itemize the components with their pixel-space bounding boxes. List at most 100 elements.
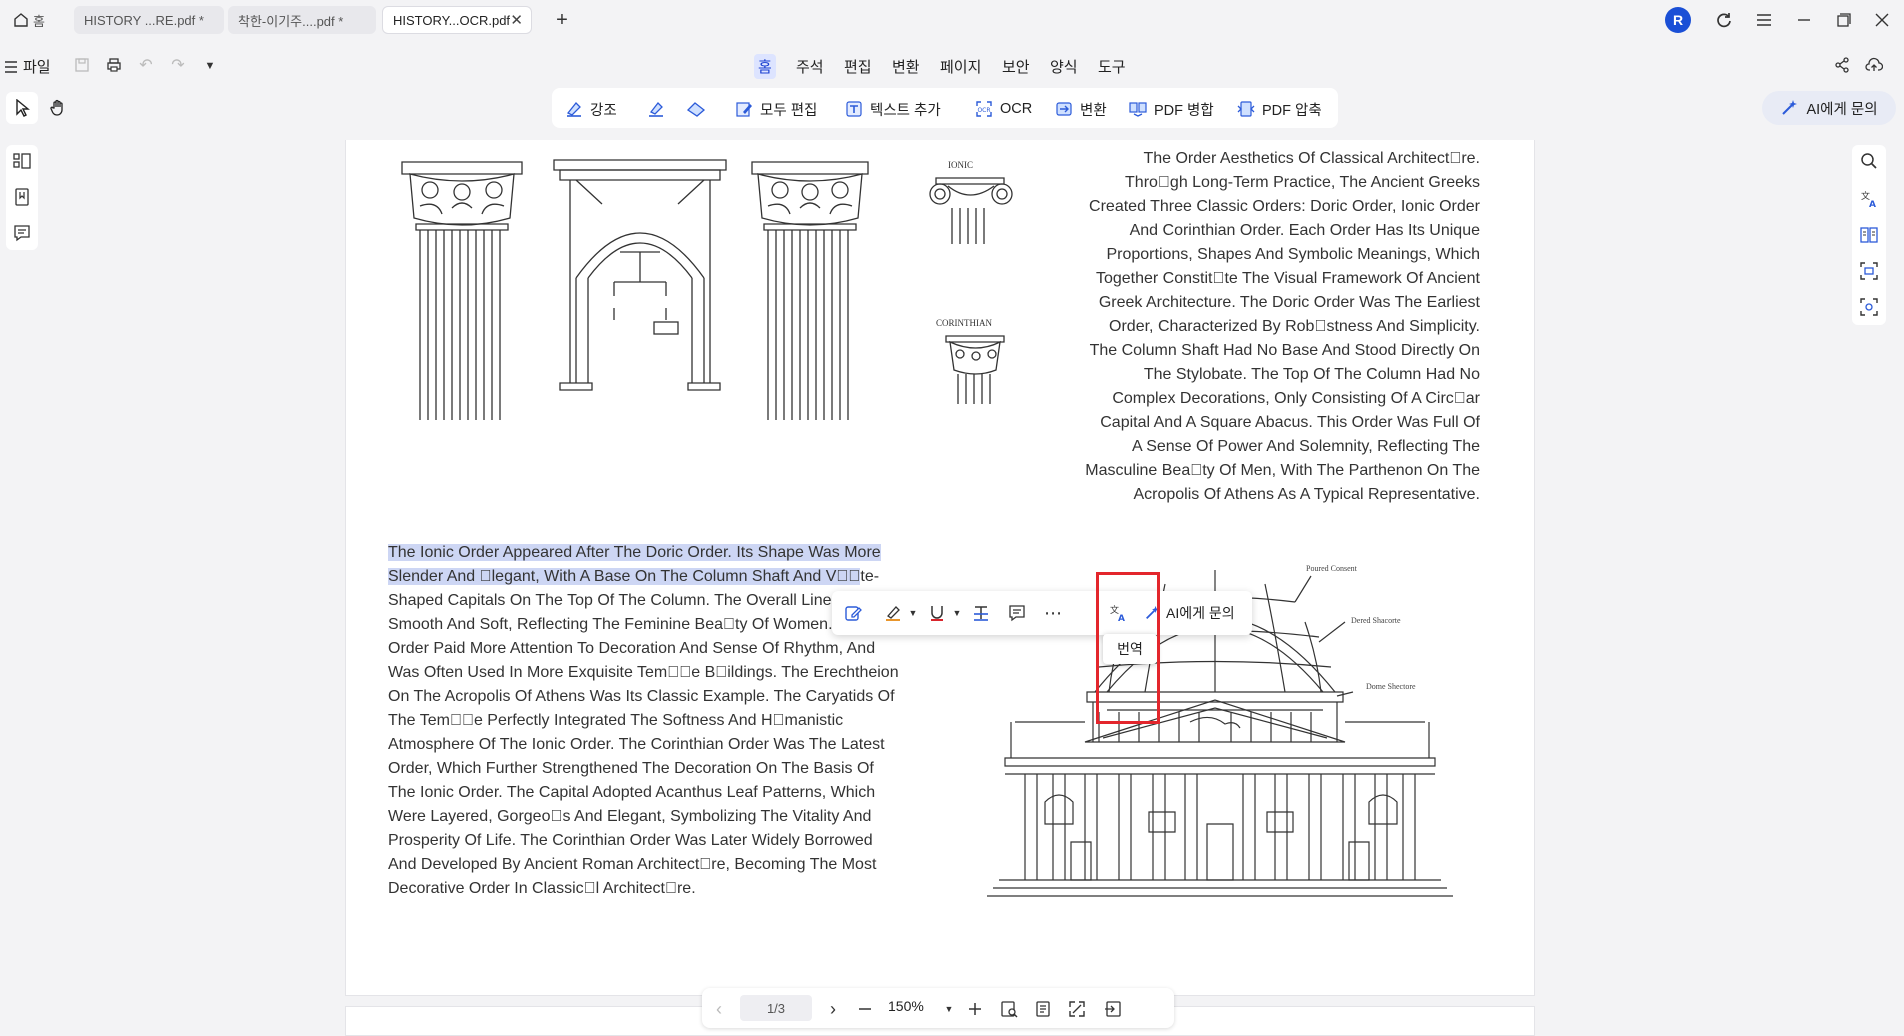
page-layout-icon[interactable] <box>1032 998 1054 1020</box>
paragraph-line: Masculine Bea ty Of Men, With The Parthe… <box>1085 462 1480 479</box>
save-icon[interactable] <box>70 53 94 77</box>
thumbnails-icon[interactable] <box>12 151 32 171</box>
menu-comment[interactable]: 주석 <box>792 54 828 79</box>
zoom-out-icon[interactable] <box>854 998 876 1020</box>
paragraph-line: On The Acropolis Of Athens Was Its Class… <box>388 688 895 705</box>
tab-label: 착한-이기주....pdf * <box>238 13 344 29</box>
menu-convert[interactable]: 변환 <box>888 54 924 79</box>
edit-all-button[interactable]: 모두 편집 <box>734 98 817 120</box>
right-sidebar: 文A <box>1852 145 1886 325</box>
hand-tool-button[interactable] <box>42 92 74 124</box>
ask-ai-button[interactable]: AI에게 문의 <box>1762 91 1896 125</box>
strikethrough-text-icon[interactable] <box>970 602 992 624</box>
avatar[interactable]: R <box>1665 7 1691 33</box>
paragraph-line: The Stylobate. The Top Of The Column Had… <box>1143 366 1480 383</box>
pdf-compress-button[interactable]: PDF 압축 <box>1236 98 1322 120</box>
comments-icon[interactable] <box>12 223 32 243</box>
undo-icon[interactable]: ↶ <box>134 53 158 77</box>
file-menu[interactable]: 파일 <box>4 56 51 77</box>
highlight-button[interactable]: 강조 <box>564 98 617 120</box>
tab-label: HISTORY ...RE.pdf * <box>84 12 204 28</box>
bookmark-icon[interactable] <box>12 187 32 207</box>
sync-icon[interactable] <box>1712 8 1736 32</box>
highlight-annotation-box <box>1096 572 1160 724</box>
paragraph-line: Capital And A Square Abacus. This Order … <box>1100 414 1480 431</box>
search-icon[interactable] <box>1859 151 1879 171</box>
selected-text[interactable]: The Ionic Order Appeared After The Doric… <box>388 544 881 561</box>
left-paragraph[interactable]: The Ionic Order Appeared After The Doric… <box>388 541 908 901</box>
tab-kind-gijoo[interactable]: 착한-이기주....pdf * <box>228 6 376 34</box>
screenshot-icon[interactable] <box>1859 297 1879 317</box>
fullscreen-icon[interactable] <box>1066 998 1088 1020</box>
pdf-merge-button[interactable]: PDF 병합 <box>1128 98 1214 120</box>
close-window-icon[interactable] <box>1870 8 1894 32</box>
quick-access-dropdown-icon[interactable]: ▼ <box>198 54 222 78</box>
eraser-icon <box>686 100 706 118</box>
paragraph-line: Order, Characterized By Rob stness And S… <box>1109 318 1480 335</box>
zoom-level[interactable]: 150% <box>888 998 924 1014</box>
menu-security[interactable]: 보안 <box>998 54 1034 79</box>
edit-all-icon <box>734 100 754 118</box>
paragraph-line: Order Paid More Attention To Decoration … <box>388 640 876 657</box>
paragraph-line: The Ionic Order. The Capital Adopted Aca… <box>388 784 876 801</box>
close-tab-icon[interactable]: ✕ <box>510 11 523 29</box>
column-illustrations <box>401 159 1013 420</box>
page-number-input[interactable]: 1/3 <box>740 995 812 1021</box>
highlighter-dropdown-icon[interactable]: ▼ <box>902 602 924 624</box>
ask-ai-selection-label: AI에게 문의 <box>1166 605 1235 621</box>
paragraph-line: Were Layered, Gorgeo s And Elegant, Symb… <box>388 808 872 825</box>
fit-page-icon[interactable] <box>998 998 1020 1020</box>
add-text-button[interactable]: 텍스트 추가 <box>844 98 941 120</box>
exit-icon[interactable] <box>1102 998 1124 1020</box>
more-options-icon[interactable]: ⋯ <box>1042 602 1064 624</box>
comment-icon[interactable] <box>1006 602 1028 624</box>
ocr-button[interactable]: OCR OCR <box>974 98 1032 120</box>
add-text-icon <box>844 100 864 118</box>
menu-page[interactable]: 페이지 <box>936 54 985 79</box>
tab-history-ocr[interactable]: HISTORY...OCR.pdf ✕ <box>382 6 532 34</box>
underline-dropdown-icon[interactable]: ▼ <box>946 602 968 624</box>
convert-icon <box>1054 100 1074 118</box>
print-icon[interactable] <box>102 53 126 77</box>
paragraph-line: The Column Shaft Had No Base And Stood D… <box>1089 342 1480 359</box>
select-tool-button[interactable] <box>6 92 38 124</box>
menu-tools[interactable]: 도구 <box>1094 54 1130 79</box>
pdf-compress-label: PDF 압축 <box>1262 102 1322 119</box>
hand-icon <box>50 99 63 116</box>
underline-icon[interactable] <box>926 602 948 624</box>
tab-history-re[interactable]: HISTORY ...RE.pdf * <box>74 6 224 34</box>
new-tab-plus-icon[interactable]: + <box>550 8 574 32</box>
selected-text[interactable]: Slender And  legant, With A Base On The … <box>388 568 861 585</box>
edit-text-icon[interactable] <box>842 602 864 624</box>
area-highlight-button[interactable] <box>646 98 666 120</box>
restore-icon[interactable] <box>1832 8 1856 32</box>
eraser-button[interactable] <box>686 98 706 120</box>
next-page-icon[interactable]: › <box>822 998 844 1020</box>
compress-icon <box>1236 100 1256 118</box>
redo-icon[interactable]: ↷ <box>166 53 190 77</box>
right-paragraph: The Order Aesthetics Of Classical Archit… <box>1060 147 1480 507</box>
convert-button[interactable]: 변환 <box>1054 98 1107 120</box>
highlighter-icon[interactable] <box>882 602 904 624</box>
zoom-in-icon[interactable] <box>964 998 986 1020</box>
menu-home[interactable]: 홈 <box>754 54 776 79</box>
scan-icon[interactable] <box>1859 261 1879 281</box>
zoom-dropdown-icon[interactable]: ▼ <box>938 998 960 1020</box>
ocr-label: OCR <box>1000 101 1033 117</box>
cursor-arrow-icon <box>16 99 30 117</box>
translate-icon[interactable]: 文A <box>1859 189 1879 209</box>
home-tab[interactable]: 홈 <box>4 6 68 34</box>
compare-icon[interactable] <box>1859 225 1879 245</box>
menu-form[interactable]: 양식 <box>1046 54 1082 79</box>
menu-edit[interactable]: 편집 <box>840 54 876 79</box>
ai-sparkle-icon <box>1782 100 1798 115</box>
ionic-label: IONIC <box>948 160 973 170</box>
paragraph-line: And Corinthian Order. Each Order Has Its… <box>1129 222 1480 239</box>
minimize-icon[interactable] <box>1792 8 1816 32</box>
cloud-upload-icon[interactable] <box>1862 53 1886 77</box>
menu-icon[interactable] <box>1752 8 1776 32</box>
convert-label: 변환 <box>1080 102 1107 119</box>
pdf-merge-label: PDF 병합 <box>1154 102 1214 119</box>
previous-page-icon[interactable]: ‹ <box>708 998 730 1020</box>
share-icon[interactable] <box>1830 53 1854 77</box>
